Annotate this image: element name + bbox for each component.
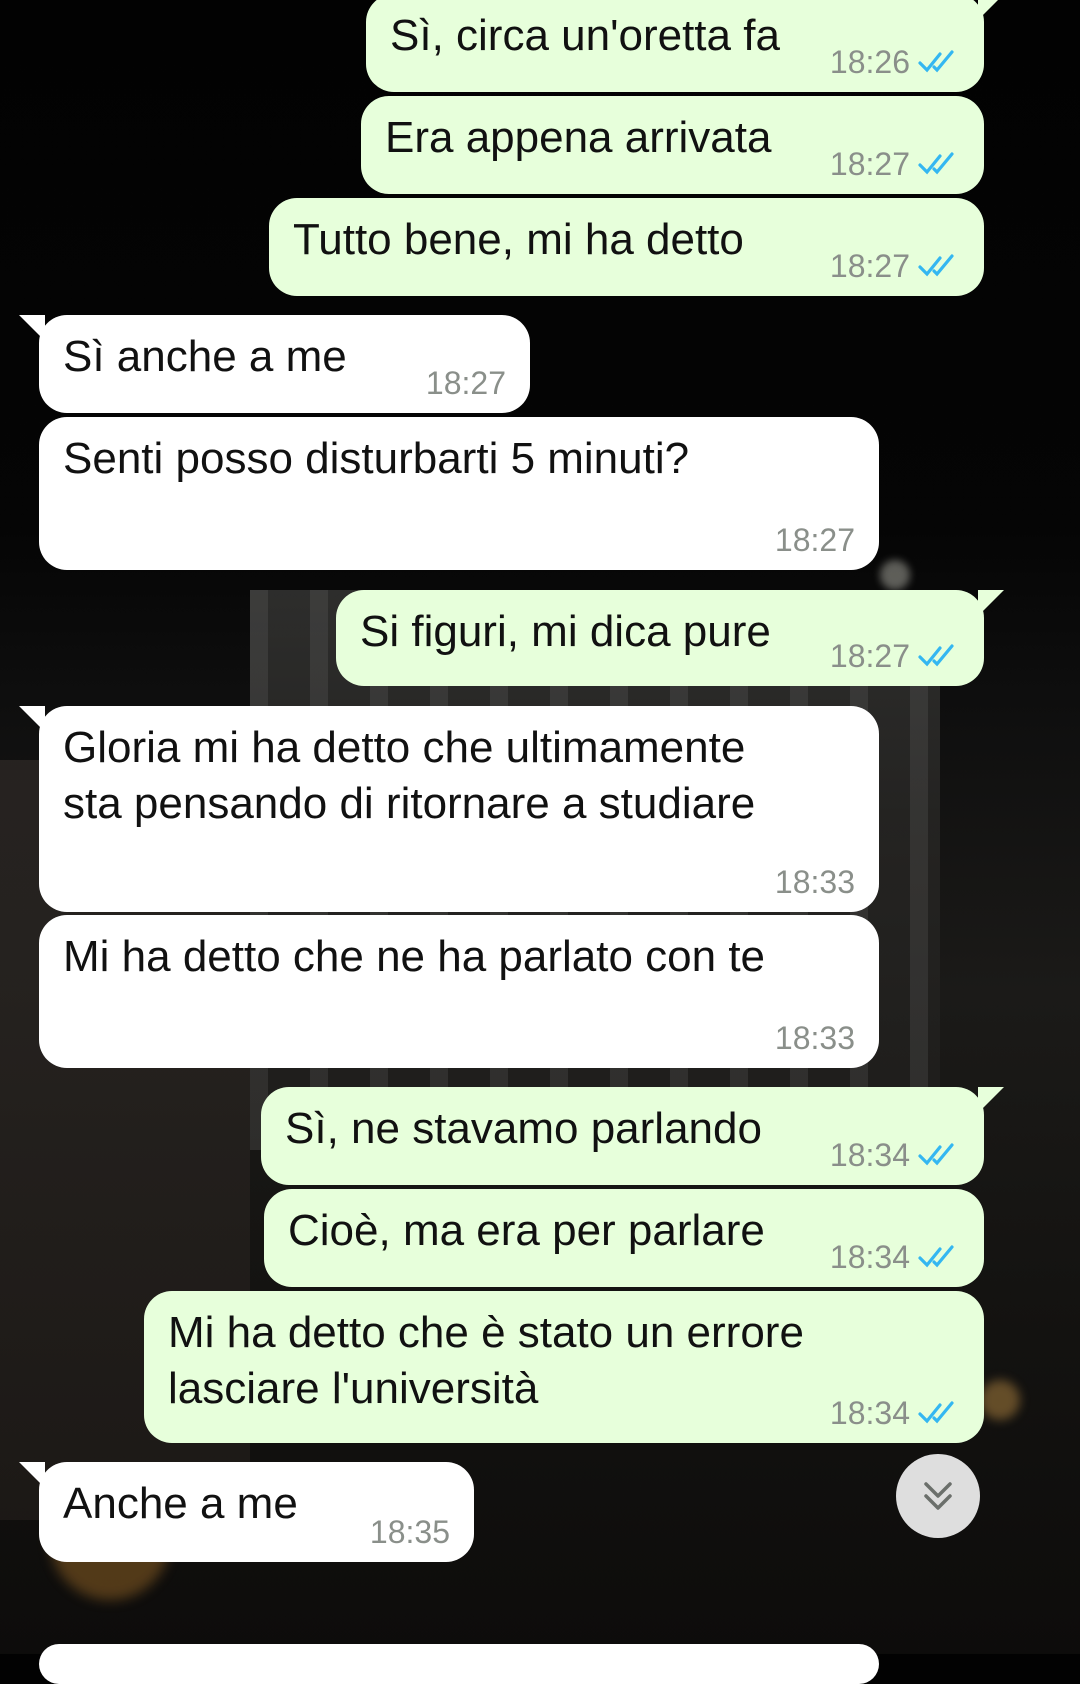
message-bubble-incoming-partial (39, 1644, 879, 1684)
message-text: Tutto bene, mi ha detto (293, 215, 744, 264)
message-bubble-outgoing[interactable]: Sì, ne stavamo parlando 18:34 (261, 1087, 1004, 1185)
message-bubble-outgoing[interactable]: Mi ha detto che è stato un errore lascia… (144, 1291, 984, 1443)
message-bubble-incoming[interactable]: Senti posso disturbarti 5 minuti? 18:27 (39, 417, 879, 570)
message-meta: 18:33 (775, 864, 855, 900)
message-bubble-incoming[interactable]: Gloria mi ha detto che ultimamente sta p… (19, 706, 879, 912)
message-time: 18:33 (774, 1020, 855, 1056)
background-light (880, 560, 910, 590)
message-meta: 18:27 (830, 638, 960, 674)
message-bubble-outgoing[interactable]: Si figuri, mi dica pure 18:27 (336, 590, 1004, 686)
message-text: Gloria mi ha detto che ultimamente sta p… (63, 723, 756, 828)
message-meta: 18:27 (830, 146, 960, 182)
message-time: 18:27 (829, 146, 910, 182)
chevron-double-down-icon (924, 1482, 952, 1510)
double-check-icon (918, 50, 954, 73)
message-text: Si figuri, mi dica pure (360, 607, 771, 656)
message-meta: 18:35 (370, 1514, 450, 1550)
message-time: 18:34 (829, 1395, 910, 1431)
double-check-icon (918, 1245, 954, 1268)
message-text: Sì, circa un'oretta fa (390, 11, 780, 60)
message-text: Senti posso disturbarti 5 minuti? (63, 434, 690, 483)
message-text: Anche a me (63, 1479, 298, 1528)
message-text: Sì anche a me (63, 332, 347, 381)
message-text: Cioè, ma era per parlare (288, 1206, 765, 1255)
message-time: 18:33 (774, 864, 855, 900)
message-bubble-incoming[interactable]: Sì anche a me 18:27 (19, 315, 530, 413)
double-check-icon (918, 254, 954, 277)
message-text: Era appena arrivata (385, 113, 772, 162)
message-meta: 18:27 (775, 522, 855, 558)
message-bubble-outgoing[interactable]: Sì, circa un'oretta fa 18:26 (366, 0, 1004, 92)
message-text: Mi ha detto che ne ha parlato con te (63, 932, 766, 981)
double-check-icon (918, 1143, 954, 1166)
background-light (980, 1380, 1020, 1420)
message-bubble-outgoing[interactable]: Cioè, ma era per parlare 18:34 (264, 1189, 984, 1287)
message-bubble-outgoing[interactable]: Tutto bene, mi ha detto 18:27 (269, 198, 984, 296)
message-time: 18:27 (425, 365, 506, 401)
message-time: 18:27 (829, 248, 910, 284)
message-bubble-incoming[interactable]: Anche a me 18:35 (19, 1462, 474, 1562)
message-bubble-outgoing[interactable]: Era appena arrivata 18:27 (361, 96, 984, 194)
message-text: Sì, ne stavamo parlando (285, 1104, 762, 1153)
message-time: 18:27 (829, 638, 910, 674)
double-check-icon (918, 644, 954, 667)
message-time: 18:35 (369, 1514, 450, 1550)
message-time: 18:34 (829, 1137, 910, 1173)
message-meta: 18:34 (830, 1395, 960, 1431)
scroll-to-bottom-button[interactable] (896, 1454, 980, 1538)
message-time: 18:34 (829, 1239, 910, 1275)
double-check-icon (918, 152, 954, 175)
message-meta: 18:26 (830, 44, 960, 80)
double-check-icon (918, 1401, 954, 1424)
message-meta: 18:33 (775, 1020, 855, 1056)
message-time: 18:27 (774, 522, 855, 558)
message-meta: 18:34 (830, 1137, 960, 1173)
message-meta: 18:34 (830, 1239, 960, 1275)
message-meta: 18:27 (426, 365, 506, 401)
message-text: Mi ha detto che è stato un errore lascia… (168, 1308, 804, 1413)
message-bubble-incoming[interactable]: Mi ha detto che ne ha parlato con te 18:… (39, 915, 879, 1068)
message-meta: 18:27 (830, 248, 960, 284)
message-time: 18:26 (829, 44, 910, 80)
